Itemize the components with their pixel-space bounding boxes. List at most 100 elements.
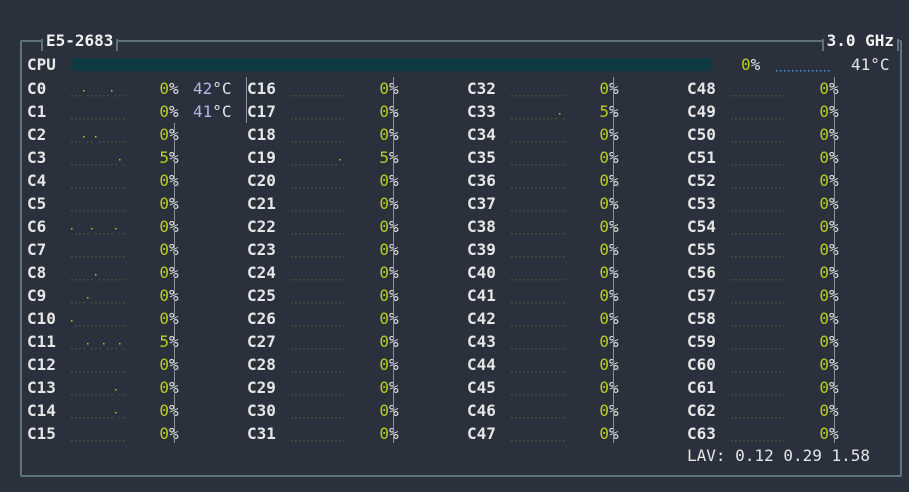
spark-point [339, 302, 341, 304]
spark-point [123, 118, 125, 120]
spark-point [83, 256, 85, 258]
spark-point [743, 210, 745, 212]
spark-point [759, 164, 761, 166]
spark-point [111, 233, 113, 235]
spark-point [759, 233, 761, 235]
core-percent: 0 [159, 309, 169, 328]
spark-point [71, 164, 73, 166]
spark-point [295, 325, 297, 327]
spark-point [299, 164, 301, 166]
spark-point [75, 394, 77, 396]
spark-point [763, 141, 765, 143]
spark-point [339, 95, 341, 97]
spark-point [535, 118, 537, 120]
core-percent: 0 [599, 332, 609, 351]
spark-point [743, 371, 745, 373]
cpu-total-usage-bar [72, 58, 711, 71]
core-percent: 0 [599, 125, 609, 144]
spark-point [291, 325, 293, 327]
spark-point-active [559, 113, 561, 115]
core-percent: 0 [599, 240, 609, 259]
spark-point [311, 302, 313, 304]
spark-point [119, 95, 121, 97]
spark-point [559, 325, 561, 327]
spark-point [751, 371, 753, 373]
spark-point [115, 348, 117, 350]
spark-point [299, 95, 301, 97]
spark-point [751, 141, 753, 143]
core-label: C25 [247, 286, 276, 305]
spark-point [103, 141, 105, 143]
spark-point [95, 210, 97, 212]
spark-point [83, 371, 85, 373]
core-percent: 5 [379, 148, 389, 167]
spark-point [111, 164, 113, 166]
spark-point [291, 279, 293, 281]
spark-point [511, 440, 513, 442]
core-sparkline [511, 187, 565, 189]
spark-point [111, 141, 113, 143]
spark-point [759, 440, 761, 442]
core-label: C35 [467, 148, 496, 167]
spark-point [527, 371, 529, 373]
spark-point [515, 95, 517, 97]
core-label: C58 [687, 309, 716, 328]
spark-point [779, 325, 781, 327]
core-label: C45 [467, 378, 496, 397]
spark-point [739, 256, 741, 258]
core-label: C9 [27, 286, 47, 305]
core-percent: 0 [599, 378, 609, 397]
spark-point [91, 95, 93, 97]
spark-point [303, 233, 305, 235]
spark-point [783, 417, 785, 419]
spark-point-active [71, 320, 73, 322]
spark-point [763, 394, 765, 396]
core-label: C43 [467, 332, 496, 351]
spark-point [115, 371, 117, 373]
spark-point [71, 187, 73, 189]
spark-point [75, 118, 77, 120]
spark-point [515, 141, 517, 143]
spark-point [767, 95, 769, 97]
spark-point [779, 141, 781, 143]
spark-point [763, 118, 765, 120]
spark-point [523, 440, 525, 442]
spark-point [555, 187, 557, 189]
spark-point-active [87, 343, 89, 345]
spark-point [95, 118, 97, 120]
spark-point [519, 440, 521, 442]
spark-point [319, 164, 321, 166]
spark-point [79, 233, 81, 235]
core-label: C37 [467, 194, 496, 213]
spark-point [111, 440, 113, 442]
spark-point [311, 394, 313, 396]
spark-point [315, 187, 317, 189]
spark-point [739, 141, 741, 143]
spark-point [547, 279, 549, 281]
core-percent-sign: % [169, 79, 179, 98]
spark-point [111, 371, 113, 373]
spark-point [771, 279, 773, 281]
spark-point [87, 233, 89, 235]
spark-point [91, 141, 93, 143]
spark-point [303, 210, 305, 212]
spark-point [71, 256, 73, 258]
core-label: C38 [467, 217, 496, 236]
spark-point [779, 279, 781, 281]
spark-point [75, 233, 77, 235]
spark-point [95, 325, 97, 327]
spark-point [527, 164, 529, 166]
spark-point [563, 210, 565, 212]
spark-point [307, 394, 309, 396]
core-percent: 0 [819, 424, 829, 443]
spark-point [775, 325, 777, 327]
spark-point [327, 394, 329, 396]
core-sparkline [291, 440, 345, 442]
spark-point [779, 210, 781, 212]
spark-point [812, 70, 814, 72]
spark-point [291, 118, 293, 120]
spark-point [767, 348, 769, 350]
spark-point [731, 348, 733, 350]
spark-point [743, 279, 745, 281]
spark-point [731, 417, 733, 419]
